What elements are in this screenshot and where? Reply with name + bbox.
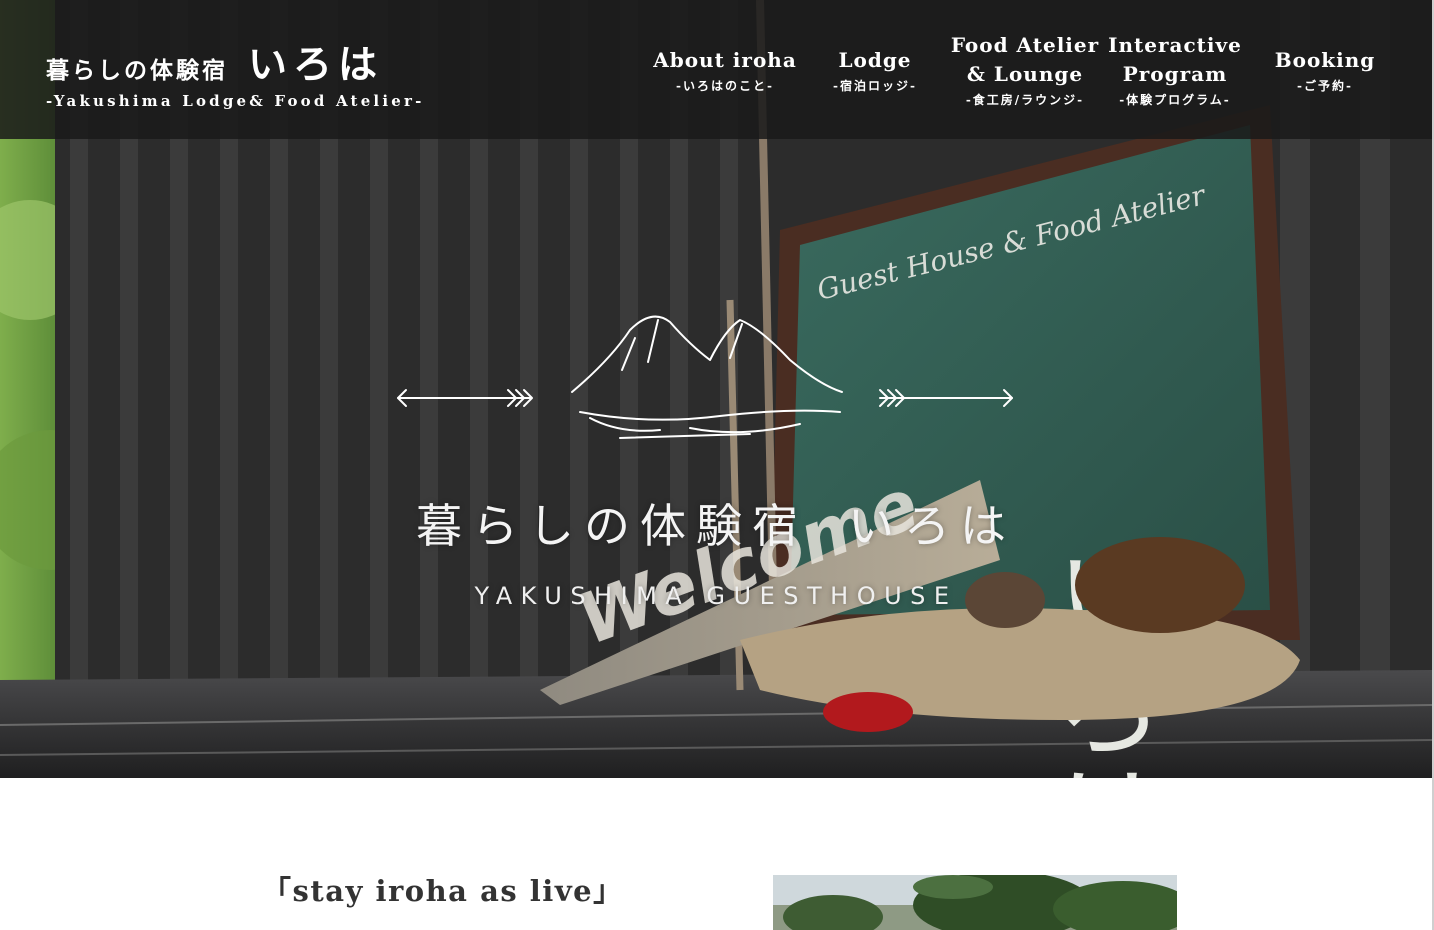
- site-header: 暮らしの体験宿 いろは -Yakushima Lodge& Food Ateli…: [0, 0, 1432, 139]
- nav-food-atelier[interactable]: Food Atelier & Lounge -食工房/ラウンジ-: [950, 0, 1100, 139]
- nav-sublabel: -体験プログラム-: [1119, 93, 1231, 107]
- nav-about[interactable]: About iroha -いろはのこと-: [650, 0, 800, 139]
- intro-photo: [773, 875, 1177, 930]
- nav-lodge[interactable]: Lodge -宿泊ロッジ-: [800, 0, 950, 139]
- nav-label: About iroha: [653, 47, 797, 72]
- nav-label: Interactive Program: [1108, 33, 1242, 86]
- nav-sublabel: -いろはのこと-: [676, 78, 774, 93]
- brand-en: -Yakushima Lodge& Food Atelier-: [46, 92, 425, 110]
- nav-label: Booking: [1274, 47, 1376, 72]
- intro-heading: 「stay iroha as live」: [262, 874, 624, 908]
- nav-sublabel: -ご予約-: [1297, 78, 1353, 93]
- site-logo[interactable]: 暮らしの体験宿 いろは -Yakushima Lodge& Food Ateli…: [46, 34, 425, 110]
- hero-title-main: 暮らしの体験宿: [416, 499, 808, 553]
- nav-sublabel: -食工房/ラウンジ-: [965, 93, 1085, 107]
- hero-title-name: いろは: [848, 499, 1016, 553]
- nav-program[interactable]: Interactive Program -体験プログラム-: [1100, 0, 1250, 139]
- hero-title: 暮らしの体験宿 いろは: [0, 490, 1432, 556]
- nav-label: Lodge: [838, 47, 912, 72]
- hero-banner: Guest House & Food Atelier いろは Welcome 暮…: [0, 0, 1432, 778]
- nav-booking[interactable]: Booking -ご予約-: [1250, 0, 1400, 139]
- main-nav: About iroha -いろはのこと- Lodge -宿泊ロッジ- Food …: [650, 0, 1400, 139]
- mountain-logo-icon: [397, 315, 1013, 439]
- brand-jp-big: いろは: [248, 42, 384, 88]
- nav-sublabel: -宿泊ロッジ-: [833, 78, 917, 93]
- hero-subtitle: YAKUSHIMA GUESTHOUSE: [474, 582, 958, 610]
- nav-label: Food Atelier & Lounge: [950, 33, 1100, 86]
- brand-jp-small: 暮らしの体験宿: [46, 57, 228, 84]
